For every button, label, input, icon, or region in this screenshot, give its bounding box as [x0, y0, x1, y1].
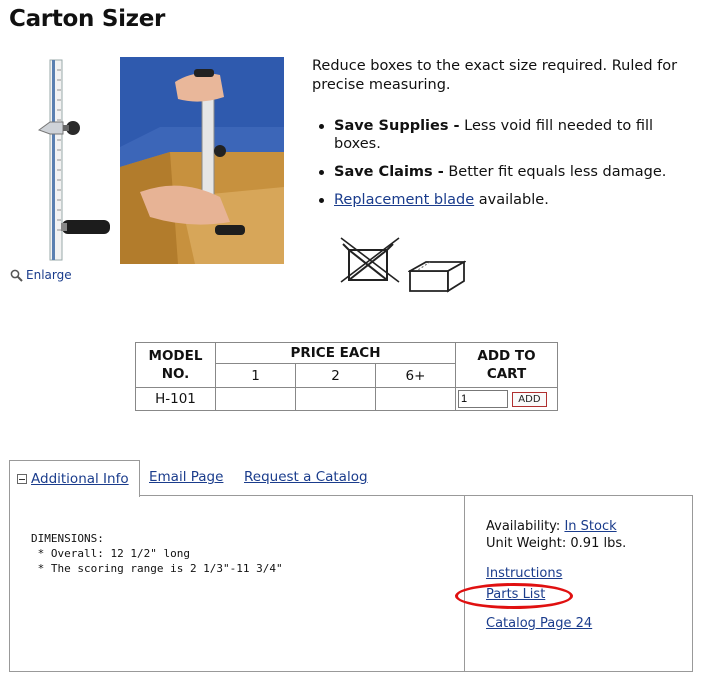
feature-list: Save Supplies - Less void fill needed to… — [312, 117, 697, 219]
model-number: H-101 — [135, 387, 216, 411]
panel-divider — [464, 496, 465, 671]
dimensions-text: DIMENSIONS: * Overall: 12 1/2" long * Th… — [31, 532, 283, 575]
feature-text: Better fit equals less damage. — [443, 164, 667, 180]
price-cell — [215, 387, 296, 411]
feature-item: Save Supplies - Less void fill needed to… — [312, 117, 697, 153]
feature-title: Save Supplies - — [334, 118, 460, 134]
instructions-link[interactable]: Instructions — [486, 566, 562, 581]
feature-text: available. — [474, 192, 549, 208]
add-to-cart-button[interactable]: ADD — [512, 392, 547, 407]
feature-item: Replacement blade available. — [312, 191, 697, 209]
model-header: MODEL NO. — [135, 342, 216, 388]
price-table: MODEL NO. PRICE EACH ADD TO CART 1 2 6+ … — [135, 341, 558, 411]
tab-email-page[interactable]: Email Page — [149, 469, 223, 485]
unit-weight: Unit Weight: 0.91 lbs. — [486, 536, 627, 551]
box-icon — [408, 260, 466, 293]
replacement-blade-link[interactable]: Replacement blade — [334, 192, 474, 208]
add-to-cart-cell: ADD — [455, 387, 558, 411]
quantity-input[interactable] — [458, 390, 508, 408]
qty-break-header: 2 — [295, 363, 376, 388]
feature-title: Save Claims - — [334, 164, 444, 180]
enlarge-label: Enlarge — [26, 268, 72, 282]
price-cell — [375, 387, 456, 411]
price-each-header: PRICE EACH — [215, 341, 456, 365]
tab-additional-info-label: Additional Info — [31, 471, 129, 487]
product-image-in-use[interactable] — [120, 57, 284, 264]
product-image-tool[interactable] — [33, 58, 113, 264]
catalog-page-link[interactable]: Catalog Page 24 — [486, 616, 592, 631]
availability-label: Availability: — [486, 519, 565, 534]
magnifier-icon — [10, 269, 23, 282]
qty-break-header: 6+ — [375, 363, 456, 388]
enlarge-link[interactable]: Enlarge — [10, 268, 72, 282]
highlight-annotation — [455, 583, 573, 609]
product-description: Reduce boxes to the exact size required.… — [312, 58, 678, 93]
page-title: Carton Sizer — [9, 6, 166, 32]
price-cell — [295, 387, 376, 411]
tab-request-catalog[interactable]: Request a Catalog — [244, 469, 368, 485]
add-to-cart-header: ADD TO CART — [455, 342, 558, 388]
qty-break-header: 1 — [215, 363, 296, 388]
collapse-icon — [17, 474, 27, 484]
in-stock-link[interactable]: In Stock — [564, 519, 616, 534]
tab-additional-info[interactable]: Additional Info — [9, 460, 140, 497]
availability-block: Availability: In Stock Unit Weight: 0.91… — [486, 518, 626, 552]
no-void-fill-icon — [340, 237, 400, 283]
feature-item: Save Claims - Better fit equals less dam… — [312, 163, 697, 181]
